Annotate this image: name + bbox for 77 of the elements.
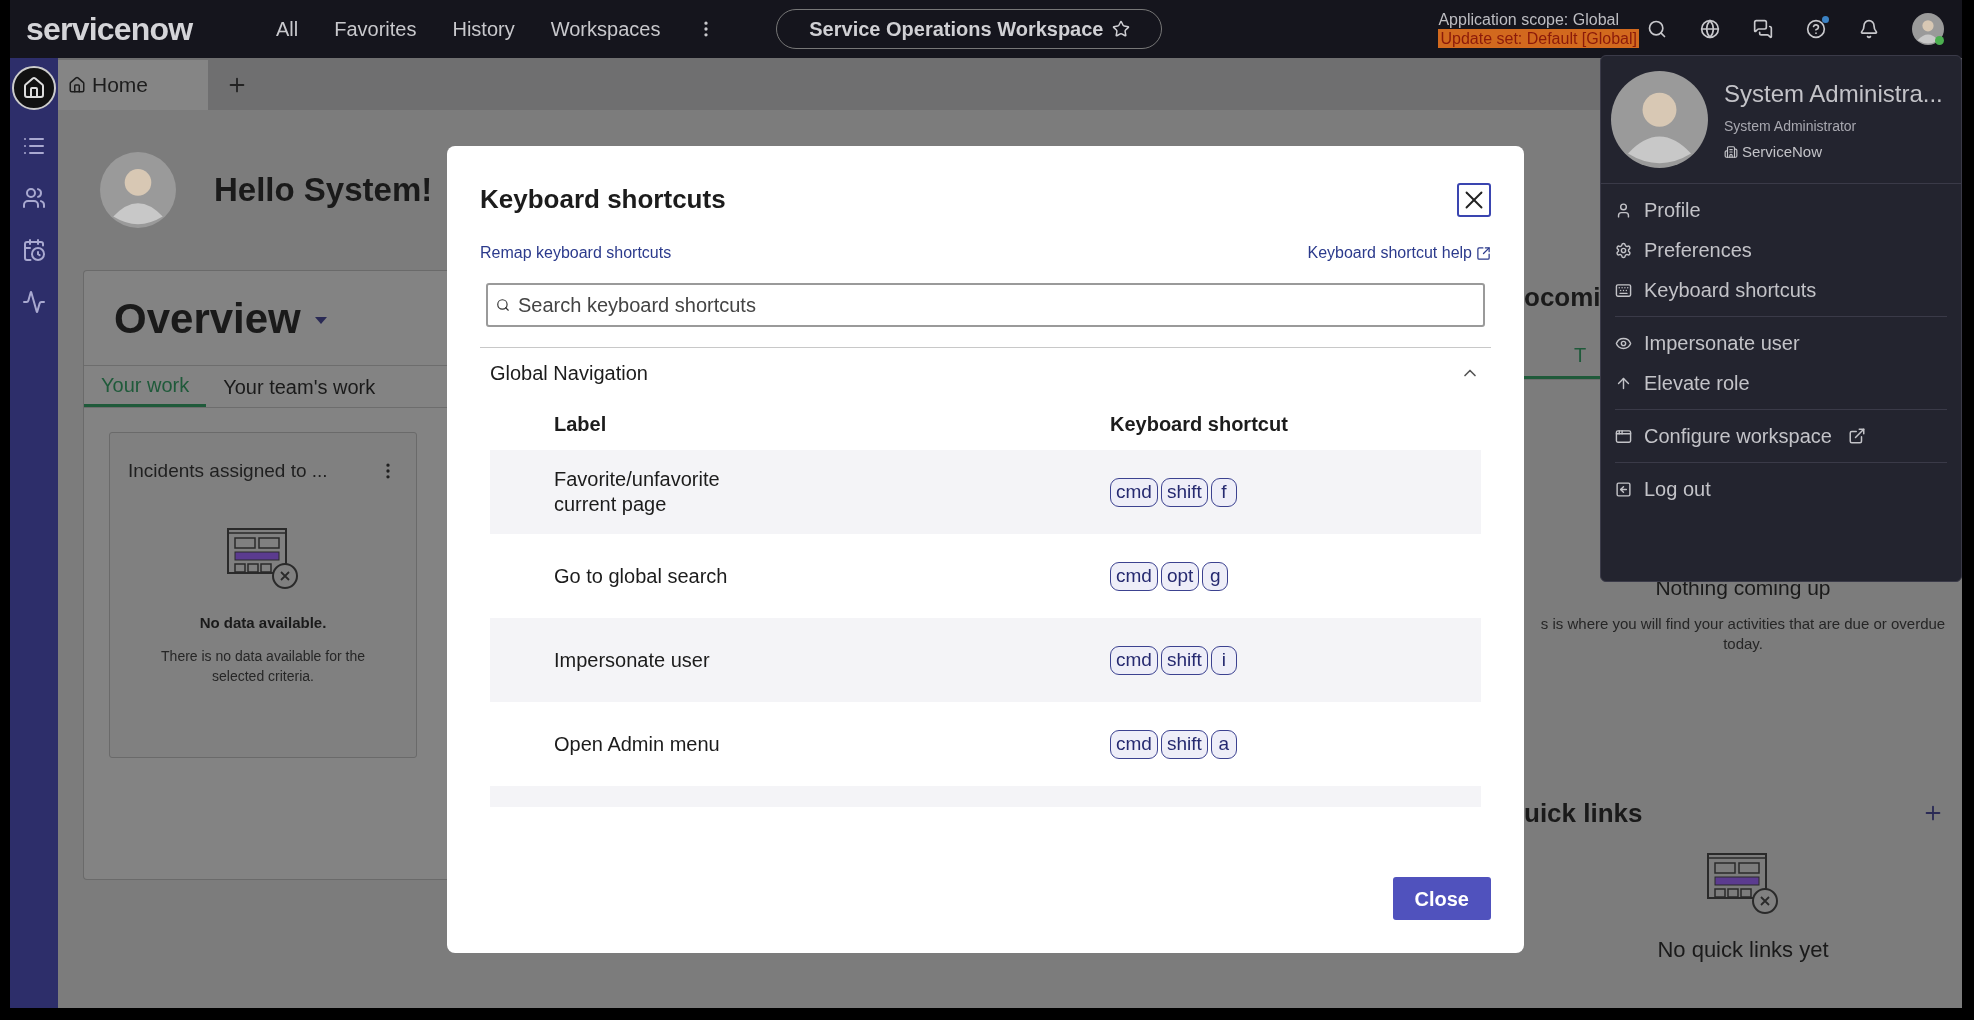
window-icon <box>1615 427 1632 445</box>
key-cap: i <box>1210 645 1237 675</box>
key-cap: opt <box>1160 561 1200 591</box>
shortcut-label: Favorite/unfavorite current page <box>554 467 721 517</box>
caret-icon[interactable] <box>314 317 327 325</box>
user-name: System Administra... <box>1724 78 1943 109</box>
logout-icon <box>1615 480 1632 498</box>
pulse-icon <box>22 290 46 314</box>
menu-item[interactable]: Configure workspace <box>1615 416 1947 456</box>
greeting: Hello System! <box>214 170 433 211</box>
quick-links-title: uick links <box>1524 796 1643 830</box>
menu-item[interactable]: Keyboard shortcuts <box>1615 270 1947 310</box>
external-link-icon <box>1476 245 1491 261</box>
search-icon <box>496 298 510 312</box>
menu-item[interactable]: Impersonate user <box>1615 323 1947 363</box>
search-field[interactable]: Search keyboard shortcuts <box>486 283 1485 327</box>
shortcut-label: Open Admin menu <box>554 731 721 757</box>
chat-icon[interactable] <box>1753 19 1773 39</box>
keyboard-icon <box>1615 281 1632 299</box>
key-cap: shift <box>1160 729 1208 759</box>
globe-icon[interactable] <box>1700 19 1720 39</box>
gear-icon <box>1615 241 1632 259</box>
menu-item[interactable]: Profile <box>1615 190 1947 230</box>
key-cap: shift <box>1160 645 1208 675</box>
key-cap: cmd <box>1110 561 1158 591</box>
page-tab[interactable]: Home <box>58 60 208 110</box>
column-header: Keyboard shortcut <box>1110 412 1288 437</box>
close-button[interactable]: Close <box>1392 877 1491 920</box>
remap-link[interactable]: Remap keyboard shortcuts <box>480 241 672 265</box>
nav-link[interactable]: Workspaces <box>550 14 661 44</box>
empty-state-drawing <box>1707 852 1779 915</box>
menu-item[interactable]: Preferences <box>1615 230 1947 270</box>
application-scope: Application scope: Global <box>1438 10 1619 29</box>
key-cap: a <box>1210 729 1237 759</box>
overview-tab[interactable]: Your team's work <box>206 366 393 407</box>
menu-item[interactable]: Elevate role <box>1615 363 1947 403</box>
card-title: Incidents assigned to ... <box>128 459 328 483</box>
shortcut-label: Impersonate user <box>554 647 711 673</box>
empty-title: No data available. <box>199 612 327 633</box>
person-icon <box>1615 201 1632 219</box>
calendar-clock-icon <box>22 238 46 262</box>
key-cap: shift <box>1160 477 1208 507</box>
company-name: ServiceNow <box>1742 141 1823 162</box>
empty-title: Nothing coming up <box>1654 575 1832 601</box>
menu-item[interactable]: Log out <box>1615 469 1947 509</box>
key-cap: f <box>1210 477 1237 507</box>
upcoming-title: ocomi <box>1524 281 1601 310</box>
key-cap: g <box>1202 561 1229 591</box>
section-title: Global Navigation <box>490 361 648 386</box>
logo[interactable]: servicenow <box>26 5 236 53</box>
key-cap: cmd <box>1110 729 1158 759</box>
help-icon[interactable] <box>1806 19 1826 39</box>
avatar <box>1912 13 1944 45</box>
user-role: System Administrator <box>1724 116 1858 136</box>
nav-link[interactable]: All <box>276 14 299 44</box>
search-icon[interactable] <box>1647 19 1667 39</box>
close-button[interactable] <box>1457 182 1491 217</box>
overview-title: Overview <box>114 293 301 344</box>
key-cap: cmd <box>1110 477 1158 507</box>
dialog-title: Keyboard shortcuts <box>480 183 726 216</box>
rail-button[interactable] <box>12 66 56 110</box>
empty-text: There is no data available for the selected criteria. <box>160 647 366 686</box>
notifications-icon[interactable] <box>1859 19 1879 39</box>
shortcut-label: Go to global search <box>554 563 729 589</box>
empty-title: No quick links yet <box>1656 935 1830 964</box>
company-icon <box>1724 145 1738 159</box>
nav-link[interactable]: Favorites <box>334 14 417 44</box>
empty-text: s is where you will find your activities that are due or overdue today. <box>1539 613 1947 654</box>
help-link[interactable]: Keyboard shortcut help <box>1307 241 1491 265</box>
column-header: Label <box>554 412 608 437</box>
key-cap: cmd <box>1110 645 1158 675</box>
nav-link[interactable]: History <box>452 14 515 44</box>
star-icon <box>1111 20 1130 38</box>
home-icon <box>22 76 46 100</box>
home-icon <box>68 76 86 94</box>
empty-state-drawing <box>227 527 299 590</box>
people-icon <box>22 186 46 210</box>
